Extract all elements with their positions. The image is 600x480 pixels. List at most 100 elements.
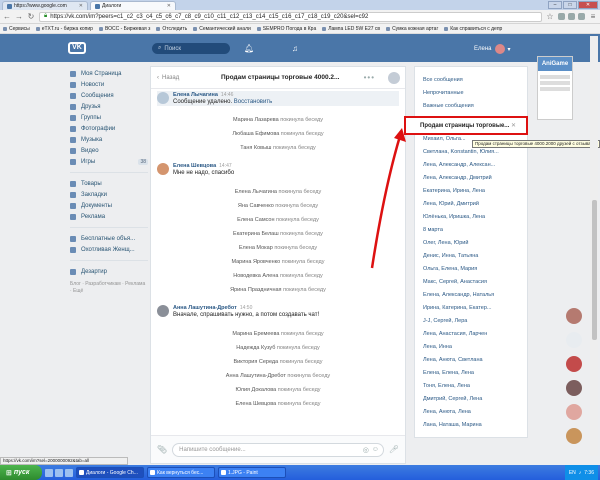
start-button[interactable]: ⊞ пуск xyxy=(0,465,42,480)
avatar[interactable] xyxy=(566,428,582,444)
conversation-item[interactable]: J-J, Сергей, Лера xyxy=(415,314,527,327)
menu-item-games[interactable]: Игры 38 xyxy=(70,156,148,167)
menu-item-friends[interactable]: Друзья xyxy=(70,101,148,112)
message-author[interactable]: Анна Лашутина-Дребот xyxy=(173,305,237,311)
menu-item-photos[interactable]: Фотографии xyxy=(70,123,148,134)
dialog-title[interactable]: Продам страницы торговые 4000.2... xyxy=(221,74,339,81)
conversation-item[interactable]: Юлёнька, Иришка, Лена xyxy=(415,210,527,223)
scrollbar-thumb[interactable] xyxy=(592,200,597,340)
language-indicator[interactable]: EN xyxy=(569,470,576,476)
filter-unread[interactable]: Непрочитанные xyxy=(415,86,527,99)
conversation-item[interactable]: Ольга, Елена, Мария xyxy=(415,262,527,275)
taskbar-item-chrome-2[interactable]: Как вернуться бес... xyxy=(147,467,215,478)
extension-icon[interactable] xyxy=(578,13,585,20)
avatar[interactable] xyxy=(566,308,582,324)
conversation-item[interactable]: Лена, Александр, Алексан... xyxy=(415,158,527,171)
menu-icon[interactable]: ≡ xyxy=(589,12,597,21)
extension-icon[interactable] xyxy=(568,13,575,20)
message-author[interactable]: Елена Лычагина xyxy=(173,92,218,98)
conversation-item[interactable]: 8 марта xyxy=(415,223,527,236)
volume-icon[interactable]: ♪ xyxy=(579,470,582,476)
url-field[interactable]: 🔒︎ https://vk.com/im?peers=c1_c2_c3_c4_c… xyxy=(39,11,542,22)
taskbar-item-chrome[interactable]: Диалоги - Google Ch... xyxy=(76,467,144,478)
conversation-item[interactable]: Макс, Сергей, Анастасия xyxy=(415,275,527,288)
bookmark[interactable]: eTXT.ru - биржа копир xyxy=(35,26,93,32)
paperclip-icon[interactable]: 📎︎ xyxy=(157,445,167,454)
clock[interactable]: 7:36 xyxy=(584,470,594,476)
conversation-item[interactable]: Ирина, Катерина, Екатер... xyxy=(415,301,527,314)
quick-launch-icon[interactable] xyxy=(55,468,63,477)
tab-close-icon[interactable]: ✕ xyxy=(167,3,171,9)
message-author[interactable]: Елена Шевцова xyxy=(173,163,216,169)
menu-item-dezartir[interactable]: Дезартир xyxy=(70,266,148,277)
menu-item-video[interactable]: Видео xyxy=(70,145,148,156)
conversation-item[interactable]: Елена, Елена, Лена xyxy=(415,366,527,379)
extension-icon[interactable] xyxy=(558,13,565,20)
bookmark[interactable]: Сумка кожная артаг xyxy=(386,26,438,32)
bookmark[interactable]: SEMPRO Погода в Кра xyxy=(256,26,316,32)
back-arrow-icon[interactable]: ← xyxy=(3,12,11,21)
avatar[interactable] xyxy=(157,305,169,317)
conversation-item[interactable]: Лена, Анюта, Светлана xyxy=(415,353,527,366)
conversation-item[interactable]: Олег, Лена, Юрий xyxy=(415,236,527,249)
browser-tab-google[interactable]: https://www.google.com ✕ xyxy=(2,1,88,10)
back-button[interactable]: ‹ Назад xyxy=(157,75,179,81)
bookmark[interactable]: Семантический анали xyxy=(193,26,251,32)
reload-icon[interactable]: ↻ xyxy=(27,12,35,21)
camera-icon[interactable]: ◎ xyxy=(363,446,369,454)
avatar[interactable] xyxy=(157,163,169,175)
avatar[interactable] xyxy=(566,404,582,420)
menu-item-ads[interactable]: Реклама xyxy=(70,211,148,222)
bookmark[interactable]: Лампа LED 5W E27 св xyxy=(322,26,380,32)
avatar[interactable] xyxy=(566,332,582,348)
menu-item-bookmarks[interactable]: Закладки xyxy=(70,189,148,200)
search-input[interactable]: ⌕ Поиск xyxy=(152,43,230,54)
vk-logo[interactable]: VK xyxy=(68,42,86,54)
browser-tab-dialogs[interactable]: Диалоги ✕ xyxy=(90,1,176,10)
conversation-item[interactable]: Тоня, Елена, Лена xyxy=(415,379,527,392)
close-icon[interactable]: ✕ xyxy=(511,122,516,129)
conversation-item[interactable]: Лана, Наташа, Марина xyxy=(415,418,527,431)
selected-conversation[interactable]: Продам страницы торговые... ✕ xyxy=(404,116,528,135)
chat-avatar[interactable] xyxy=(388,72,400,84)
tab-close-icon[interactable]: ✕ xyxy=(79,3,83,9)
bookmark[interactable]: Сервисы xyxy=(3,26,30,32)
filter-important[interactable]: Важные сообщения xyxy=(415,99,527,112)
menu-item-documents[interactable]: Документы xyxy=(70,200,148,211)
game-widget[interactable]: AniGame xyxy=(537,56,573,120)
music-note-icon[interactable]: ♫ xyxy=(292,44,298,53)
emoji-icon[interactable]: ☺ xyxy=(372,446,379,453)
more-icon[interactable]: ••• xyxy=(364,73,375,82)
conversation-item[interactable]: Елена, Александр, Наталья xyxy=(415,288,527,301)
menu-item-music[interactable]: Музыка xyxy=(70,134,148,145)
menu-item-groups[interactable]: Группы xyxy=(70,112,148,123)
bookmark[interactable]: Отследить xyxy=(156,26,187,32)
conversation-item[interactable]: Лена, Анюта, Лена xyxy=(415,405,527,418)
avatar[interactable] xyxy=(157,92,169,104)
close-window-button[interactable]: ✕ xyxy=(578,1,598,9)
conversation-item[interactable]: Лена, Анастасия, Ларчен xyxy=(415,327,527,340)
message-input[interactable]: Напишите сообщение... ◎ ☺ xyxy=(172,442,384,457)
avatar[interactable] xyxy=(566,380,582,396)
maximize-button[interactable]: □ xyxy=(563,1,577,9)
restore-link[interactable]: Восстановить xyxy=(234,99,272,105)
bookmark[interactable]: Как справиться с депр xyxy=(444,26,502,32)
menu-item-messages[interactable]: Сообщения xyxy=(70,90,148,101)
star-icon[interactable]: ☆ xyxy=(546,12,554,21)
taskbar-item-paint[interactable]: 1.JPG - Paint xyxy=(218,467,286,478)
minimize-button[interactable]: – xyxy=(548,1,562,9)
quick-launch-icon[interactable] xyxy=(45,468,53,477)
menu-item-free-ads[interactable]: Бесплатные объя... xyxy=(70,233,148,244)
bell-icon[interactable]: 🔔︎ xyxy=(244,44,254,53)
forward-arrow-icon[interactable]: → xyxy=(15,12,23,21)
filter-all-messages[interactable]: Все сообщения xyxy=(415,73,527,86)
menu-item-news[interactable]: Новости xyxy=(70,79,148,90)
menu-item-hunting-woman[interactable]: Охотливая Женщ... xyxy=(70,244,148,255)
conversation-item[interactable]: Екатерина, Ирина, Лена xyxy=(415,184,527,197)
user-menu[interactable]: Елена ▾ xyxy=(474,44,511,54)
menu-item-my-page[interactable]: Моя Страница xyxy=(70,68,148,79)
menu-item-goods[interactable]: Товары xyxy=(70,178,148,189)
conversation-item[interactable]: Лена, Александр, Дмитрий xyxy=(415,171,527,184)
conversation-item[interactable]: Лена, Юрий, Дмитрий xyxy=(415,197,527,210)
quick-launch-icon[interactable] xyxy=(65,468,73,477)
